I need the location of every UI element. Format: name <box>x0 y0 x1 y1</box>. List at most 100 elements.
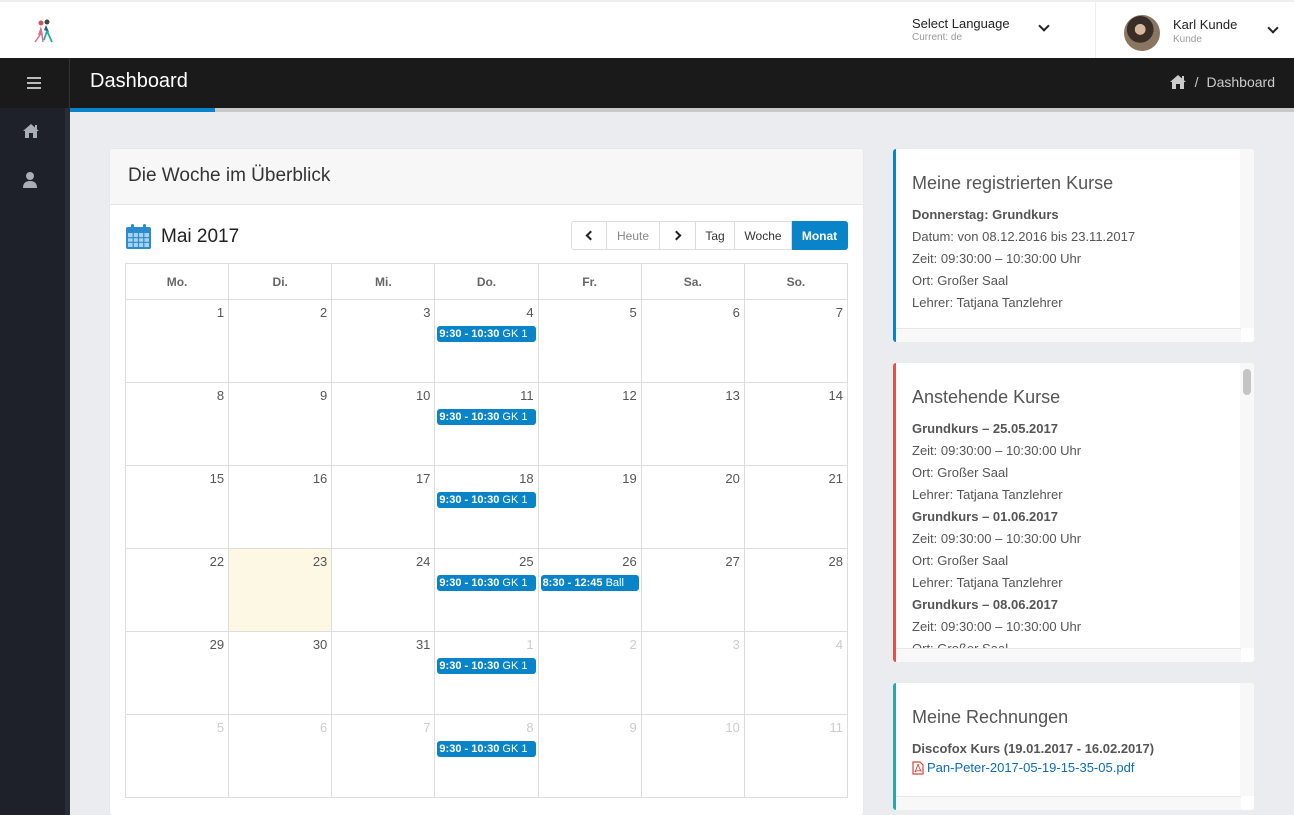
day-number: 2 <box>629 637 637 652</box>
upcoming-course-line: Grundkurs – 08.06.2017 <box>912 597 1058 612</box>
upcoming-course-line: Grundkurs – 25.05.2017 <box>912 421 1058 436</box>
calendar-day[interactable]: 5 <box>124 714 230 798</box>
user-menu[interactable]: Karl Kunde Kunde <box>1124 14 1289 54</box>
calendar-day-today[interactable]: 23 <box>228 548 333 632</box>
day-number: 16 <box>312 471 328 486</box>
calendar-day[interactable]: 13 <box>640 382 745 466</box>
calendar-day[interactable]: 18 9:30 - 10:30 GK 1 <box>434 465 539 549</box>
calendar-day[interactable]: 3 <box>331 299 436 383</box>
sidebar <box>0 108 70 815</box>
calendar-day[interactable]: 2 <box>228 299 333 383</box>
language-selector[interactable]: Select Language Current: de <box>912 16 1062 43</box>
dance-logo[interactable] <box>30 18 60 44</box>
day-number: 13 <box>725 388 740 403</box>
scrollbar-thumb[interactable] <box>1243 369 1251 395</box>
calendar-event[interactable]: 9:30 - 10:30 GK 1 <box>437 409 536 425</box>
top-bar: Select Language Current: de Karl Kunde K… <box>0 0 1294 60</box>
calendar-day[interactable]: 6 <box>228 714 333 798</box>
calendar-day[interactable]: 10 <box>331 382 436 466</box>
event-time: 9:30 - 10:30 <box>439 328 500 340</box>
page-title: Dashboard <box>90 70 188 92</box>
calendar-event[interactable]: 9:30 - 10:30 GK 1 <box>437 741 536 757</box>
sidebar-item-home[interactable] <box>22 123 42 143</box>
calendar-day[interactable]: 8 9:30 - 10:30 GK 1 <box>434 714 539 798</box>
calendar-week-row: 1 2 3 4 9:30 - 10:30 GK 1 5 6 7 <box>124 299 849 383</box>
calendar-day[interactable]: 11 <box>743 714 849 798</box>
calendar-day[interactable]: 6 <box>640 299 745 383</box>
calendar-day[interactable]: 2 <box>537 631 642 715</box>
day-number: 4 <box>526 305 534 320</box>
home-icon[interactable] <box>1169 74 1187 90</box>
calendar-day[interactable]: 28 <box>743 548 849 632</box>
day-number: 5 <box>629 305 637 320</box>
today-button[interactable]: Heute <box>607 221 660 250</box>
day-number: 11 <box>520 388 534 403</box>
calendar-day[interactable]: 12 <box>537 382 642 466</box>
calendar-day[interactable]: 9 <box>228 382 333 466</box>
day-number: 19 <box>622 471 637 486</box>
day-number: 5 <box>216 720 225 735</box>
sidebar-item-profile[interactable] <box>22 171 42 191</box>
calendar-day[interactable]: 26 8:30 - 12:45 Ball <box>537 548 642 632</box>
calendar-day[interactable]: 10 <box>640 714 745 798</box>
calendar-event[interactable]: 9:30 - 10:30 GK 1 <box>437 658 536 674</box>
course-detail-line: Zeit: 09:30:00 – 10:30:00 Uhr <box>912 251 1082 266</box>
day-number: 9 <box>629 720 637 735</box>
calendar-day[interactable]: 24 <box>331 548 436 632</box>
calendar-day[interactable]: 19 <box>537 465 642 549</box>
calendar-day[interactable]: 14 <box>743 382 849 466</box>
user-name: Karl Kunde <box>1173 17 1238 32</box>
day-number: 30 <box>312 637 328 652</box>
calendar-day[interactable]: 1 9:30 - 10:30 GK 1 <box>434 631 539 715</box>
invoice-pdf-link[interactable]: Pan-Peter-2017-05-19-15-35-05.pdf <box>912 760 1225 775</box>
day-number: 6 <box>320 720 328 735</box>
calendar-event[interactable]: 9:30 - 10:30 GK 1 <box>437 326 536 342</box>
upcoming-course-line: Lehrer: Tatjana Tanzlehrer <box>912 575 1063 590</box>
calendar-week-row: 5 6 7 8 9:30 - 10:30 GK 1 9 10 11 <box>124 714 849 798</box>
calendar-day[interactable]: 27 <box>640 548 745 632</box>
language-current: Current: de <box>912 32 963 43</box>
event-title: GK 1 <box>502 577 528 589</box>
upcoming-course-line: Ort: Großer Saal <box>912 638 1225 648</box>
calendar-event[interactable]: 9:30 - 10:30 GK 1 <box>437 575 536 591</box>
day-number: 2 <box>320 305 328 320</box>
calendar-event[interactable]: 9:30 - 10:30 GK 1 <box>437 492 536 508</box>
calendar-day[interactable]: 16 <box>228 465 333 549</box>
calendar-day[interactable]: 29 <box>124 631 230 715</box>
day-number: 8 <box>526 720 534 735</box>
day-number: 26 <box>622 554 637 569</box>
calendar-day[interactable]: 25 9:30 - 10:30 GK 1 <box>434 548 539 632</box>
calendar-day[interactable]: 17 <box>331 465 436 549</box>
calendar-day[interactable]: 22 <box>124 548 230 632</box>
calendar-day[interactable]: 8 <box>124 382 230 466</box>
calendar-day[interactable]: 4 <box>743 631 849 715</box>
week-view-button[interactable]: Woche <box>735 221 792 250</box>
calendar-day[interactable]: 4 9:30 - 10:30 GK 1 <box>434 299 539 383</box>
scrollbar-track[interactable] <box>1240 363 1254 648</box>
calendar-day[interactable]: 15 <box>124 465 230 549</box>
menu-toggle-button[interactable] <box>0 58 70 108</box>
calendar-day[interactable]: 30 <box>228 631 333 715</box>
calendar-day[interactable]: 5 <box>537 299 642 383</box>
calendar-day[interactable]: 21 <box>743 465 849 549</box>
calendar-day[interactable]: 31 <box>331 631 436 715</box>
next-button[interactable] <box>660 221 696 250</box>
calendar-event[interactable]: 8:30 - 12:45 Ball <box>540 575 639 591</box>
calendar-day[interactable]: 7 <box>743 299 849 383</box>
day-view-button[interactable]: Tag <box>696 221 735 250</box>
day-number: 27 <box>725 554 740 569</box>
calendar-day[interactable]: 9 <box>537 714 642 798</box>
calendar-day[interactable]: 3 <box>640 631 745 715</box>
upcoming-courses-scroll[interactable]: Anstehende Kurse Grundkurs – 25.05.2017 Z… <box>896 363 1241 648</box>
calendar-day[interactable]: 11 9:30 - 10:30 GK 1 <box>434 382 539 466</box>
month-view-button[interactable]: Monat <box>792 221 848 250</box>
calendar-day[interactable]: 20 <box>640 465 745 549</box>
day-number: 3 <box>732 637 740 652</box>
calendar-card: Die Woche im Überblick Mai 2017 Heute Ta… <box>110 149 863 815</box>
calendar-day[interactable]: 1 <box>124 299 230 383</box>
calendar-day[interactable]: 7 <box>331 714 436 798</box>
prev-button[interactable] <box>571 221 607 250</box>
month-calendar: Mo. Di. Mi. Do. Fr. Sa. So. 1 2 3 4 9:30 - 10:30 G… <box>124 263 849 798</box>
day-number: 17 <box>415 471 431 486</box>
calendar-icon <box>126 224 151 249</box>
